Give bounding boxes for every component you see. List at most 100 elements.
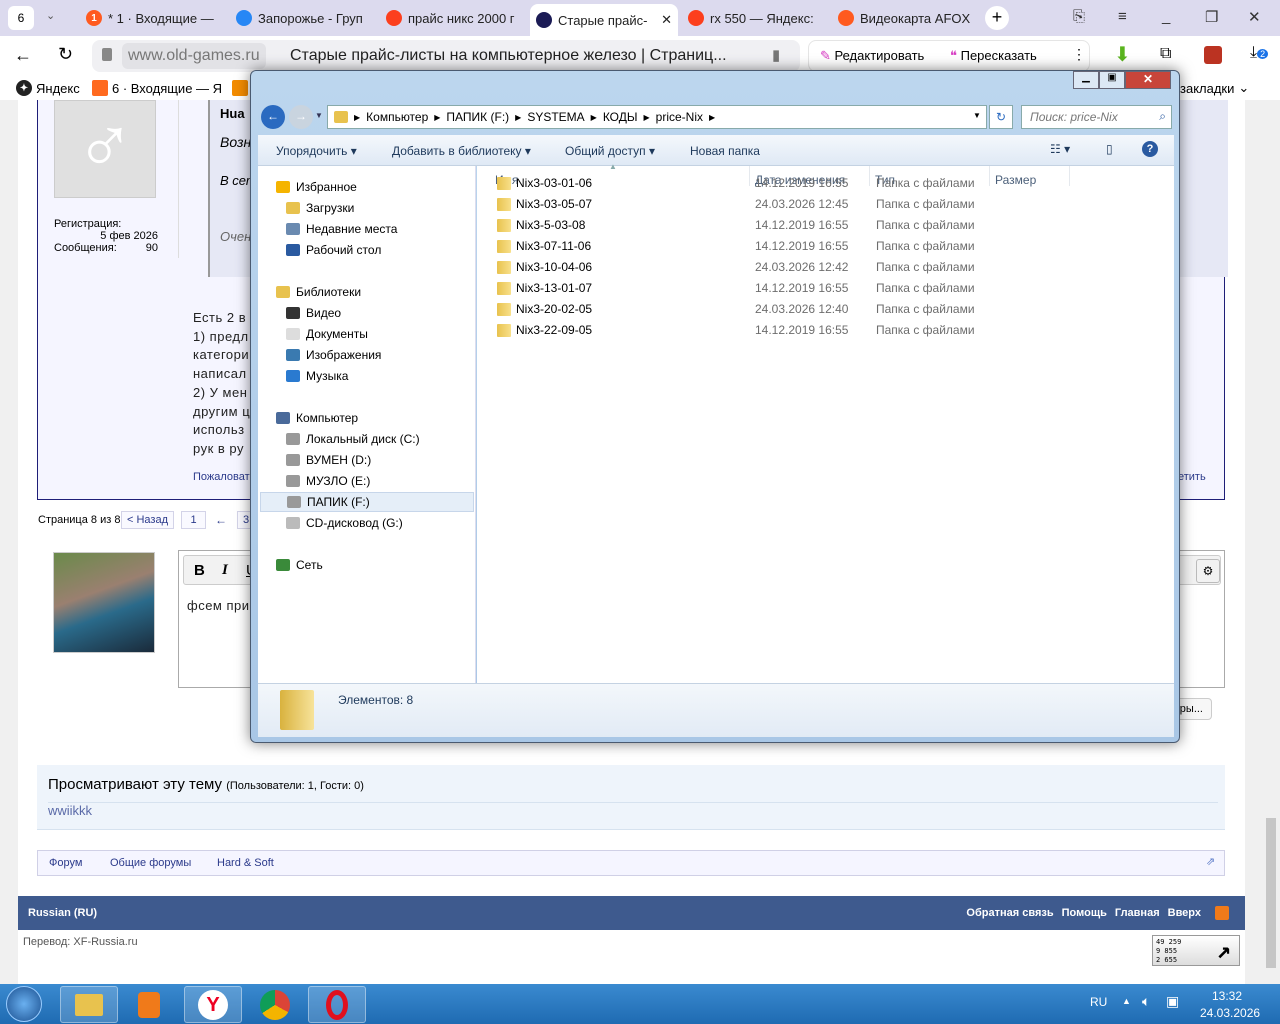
clock-time[interactable]: 13:32 bbox=[1212, 989, 1242, 1003]
file-row[interactable]: Nix3-03-05-07 24.03.2026 12:45 Папка с фай… bbox=[477, 194, 1157, 214]
organize-button[interactable]: Упорядочить ▾ bbox=[276, 144, 357, 158]
ok-icon[interactable] bbox=[232, 80, 248, 96]
taskbar-yandex[interactable]: Y bbox=[184, 986, 242, 1023]
pagination-arrow[interactable]: ← bbox=[215, 513, 227, 527]
breadcrumb-forum[interactable]: Форум bbox=[49, 857, 82, 869]
rss-icon[interactable] bbox=[1215, 906, 1229, 920]
top-link[interactable]: Вверх bbox=[1168, 907, 1201, 919]
path-segment[interactable]: КОДЫ bbox=[603, 110, 638, 124]
restore-icon[interactable]: ❐ bbox=[1205, 8, 1218, 26]
new-tab-button[interactable]: + bbox=[985, 6, 1009, 30]
help-icon[interactable]: ? bbox=[1142, 141, 1158, 157]
path-separator-icon[interactable]: ▶ bbox=[709, 113, 715, 122]
breadcrumb-general[interactable]: Общие форумы bbox=[110, 857, 191, 869]
start-button[interactable] bbox=[6, 986, 42, 1022]
volume-icon[interactable]: 🔈︎ bbox=[1142, 993, 1150, 1010]
bookmark-icon[interactable]: ▮ bbox=[772, 46, 780, 64]
maximize-button[interactable]: ▣ bbox=[1099, 71, 1125, 89]
path-separator-icon[interactable]: ▶ bbox=[434, 113, 440, 122]
taskbar-chrome[interactable] bbox=[246, 986, 304, 1023]
nav-item[interactable]: Локальный диск (C:) bbox=[286, 429, 420, 449]
browser-tab[interactable]: 1 * 1 · Входящие — bbox=[80, 4, 220, 32]
network-icon[interactable]: ▣ bbox=[1166, 993, 1179, 1010]
feedback-link[interactable]: Обратная связь bbox=[966, 907, 1053, 919]
close-icon[interactable]: ✕ bbox=[1248, 8, 1261, 26]
reload-icon[interactable]: ↻ bbox=[58, 44, 73, 65]
reply-link[interactable]: етить bbox=[1178, 471, 1206, 483]
search-input[interactable]: Поиск: price-Nix ⌕ bbox=[1021, 105, 1172, 129]
prev-page-button[interactable]: < Назад bbox=[121, 511, 174, 529]
nav-item[interactable]: Избранное bbox=[276, 177, 357, 197]
breadcrumb-hardsoft[interactable]: Hard & Soft bbox=[217, 857, 274, 869]
bookmark-mail[interactable]: 6 · Входящие — Я bbox=[92, 80, 222, 96]
tab-count-button[interactable]: 6 bbox=[8, 6, 34, 30]
bold-button[interactable]: B bbox=[194, 562, 205, 579]
nav-item[interactable]: Сеть bbox=[276, 555, 323, 575]
path-segment[interactable]: Компьютер bbox=[366, 110, 428, 124]
new-folder-button[interactable]: Новая папка bbox=[690, 144, 760, 158]
help-link[interactable]: Помощь bbox=[1062, 907, 1107, 919]
view-options-icon[interactable]: ☷ ▾ bbox=[1050, 142, 1070, 156]
address-breadcrumb[interactable]: ▶ Компьютер ▶ ПАПИК (F:) ▶ SYSTEMA ▶ КОДЫ ▶ price… bbox=[327, 105, 987, 129]
bookmarks-panel-icon[interactable]: ⎘ bbox=[1073, 8, 1085, 25]
visit-counter[interactable]: 49 259 9 855 2 655 ↗ bbox=[1152, 935, 1240, 966]
retell-button[interactable]: ❝ Пересказать bbox=[950, 48, 1037, 64]
refresh-button[interactable]: ↻ bbox=[989, 105, 1013, 129]
minimize-button[interactable]: ▁ bbox=[1073, 71, 1099, 89]
report-link[interactable]: Пожаловат bbox=[193, 471, 250, 483]
page-1-button[interactable]: 1 bbox=[181, 511, 206, 529]
download-arrow-icon[interactable]: ⬇ bbox=[1114, 42, 1131, 67]
path-segment[interactable]: ПАПИК (F:) bbox=[446, 110, 509, 124]
path-separator-icon[interactable]: ▶ bbox=[515, 113, 521, 122]
path-separator-icon[interactable]: ▶ bbox=[591, 113, 597, 122]
nav-item[interactable]: Библиотеки bbox=[276, 282, 361, 302]
nav-item[interactable]: Компьютер bbox=[276, 408, 358, 428]
bookmark-yandex[interactable]: ✦ Яндекс bbox=[16, 80, 80, 96]
minimize-icon[interactable]: _ bbox=[1162, 8, 1170, 25]
forward-button[interactable]: → bbox=[289, 105, 313, 129]
nav-item[interactable]: Рабочий стол bbox=[286, 240, 381, 260]
back-button[interactable]: ← bbox=[261, 105, 285, 129]
language-link[interactable]: Russian (RU) bbox=[28, 907, 97, 919]
editor-settings-icon[interactable]: ⚙ bbox=[1196, 559, 1220, 583]
back-icon[interactable]: ← bbox=[14, 45, 32, 66]
nav-item[interactable]: Недавние места bbox=[286, 219, 397, 239]
taskbar-opera[interactable] bbox=[308, 986, 366, 1023]
path-segment[interactable]: SYSTEMA bbox=[527, 110, 584, 124]
tray-expand-icon[interactable]: ▲ bbox=[1122, 996, 1131, 1006]
edit-button[interactable]: ✎ Редактировать bbox=[820, 48, 924, 64]
page-scrollbar[interactable] bbox=[1262, 100, 1280, 984]
file-row[interactable]: Nix3-03-01-06 14.12.2019 16:55 Папка с фай… bbox=[477, 173, 1157, 193]
nav-item[interactable]: Документы bbox=[286, 324, 368, 344]
language-indicator[interactable]: RU bbox=[1090, 995, 1107, 1009]
path-separator-icon[interactable]: ▶ bbox=[354, 113, 360, 122]
preview-pane-icon[interactable]: ▯ bbox=[1106, 142, 1113, 156]
browser-tab[interactable]: Видеокарта AFOX bbox=[832, 4, 972, 32]
path-separator-icon[interactable]: ▶ bbox=[644, 113, 650, 122]
viewer-user-link[interactable]: wwiikkk bbox=[48, 803, 92, 818]
browser-tab[interactable]: прайс никс 2000 г bbox=[380, 4, 520, 32]
nav-item[interactable]: МУЗЛО (E:) bbox=[286, 471, 370, 491]
taskbar-explorer[interactable] bbox=[60, 986, 118, 1023]
home-link[interactable]: Главная bbox=[1115, 907, 1160, 919]
nav-item[interactable]: Видео bbox=[286, 303, 341, 323]
nav-item[interactable]: Музыка bbox=[286, 366, 348, 386]
browser-tab[interactable]: rx 550 — Яндекс: bbox=[682, 4, 822, 32]
history-dropdown-icon[interactable]: ▼ bbox=[315, 111, 323, 120]
file-row[interactable]: Nix3-5-03-08 14.12.2019 16:55 Папка с файл… bbox=[477, 215, 1157, 235]
more-icon[interactable]: ⋮ bbox=[1072, 46, 1086, 63]
file-row[interactable]: Nix3-13-01-07 14.12.2019 16:55 Папка с фай… bbox=[477, 278, 1157, 298]
file-row[interactable]: Nix3-22-09-05 14.12.2019 16:55 Папка с фай… bbox=[477, 320, 1157, 340]
italic-button[interactable]: I bbox=[222, 562, 228, 579]
downloads-icon[interactable]: ⤓ 2 bbox=[1250, 44, 1269, 62]
taskbar-media-player[interactable] bbox=[120, 986, 178, 1023]
url-field[interactable]: www.old-games.ru Старые прайс-листы на к… bbox=[92, 40, 800, 72]
bookmarks-more[interactable]: закладки ⌄ bbox=[1180, 80, 1249, 96]
profile-avatar[interactable] bbox=[1204, 46, 1222, 64]
nav-item[interactable]: CD-дисковод (G:) bbox=[286, 513, 403, 533]
share-button[interactable]: Общий доступ ▾ bbox=[565, 144, 655, 158]
file-row[interactable]: Nix3-20-02-05 24.03.2026 12:40 Папка с фай… bbox=[477, 299, 1157, 319]
browser-tab[interactable]: Старые прайс- ✕ bbox=[530, 4, 678, 36]
clock-date[interactable]: 24.03.2026 bbox=[1200, 1006, 1260, 1020]
address-dropdown-icon[interactable]: ▼ bbox=[973, 111, 981, 120]
